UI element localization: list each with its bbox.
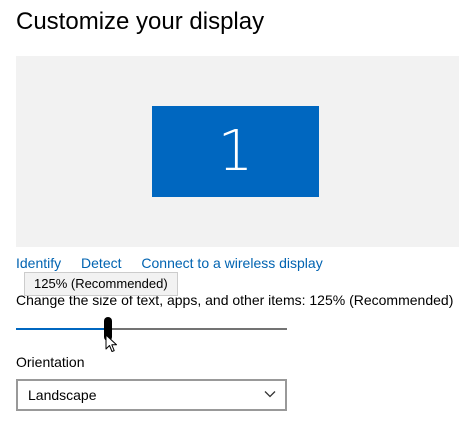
monitor-1-tile[interactable]: 1 — [152, 106, 319, 197]
scale-tooltip: 125% (Recommended) — [24, 272, 178, 296]
orientation-dropdown[interactable]: Landscape — [16, 379, 287, 411]
page-title: Customize your display — [16, 8, 265, 35]
scale-slider[interactable] — [16, 316, 287, 342]
chevron-down-icon — [264, 391, 276, 398]
orientation-label: Orientation — [16, 354, 85, 370]
identify-link[interactable]: Identify — [16, 255, 61, 271]
monitor-number: 1 — [217, 118, 254, 184]
connect-wireless-display-link[interactable]: Connect to a wireless display — [141, 255, 322, 271]
orientation-selected-value: Landscape — [28, 387, 97, 403]
mouse-pointer-icon — [105, 334, 117, 352]
detect-link[interactable]: Detect — [81, 255, 121, 271]
slider-fill — [16, 328, 108, 330]
display-arrangement-area: 1 — [16, 56, 459, 247]
display-action-links: Identify Detect Connect to a wireless di… — [16, 255, 339, 271]
